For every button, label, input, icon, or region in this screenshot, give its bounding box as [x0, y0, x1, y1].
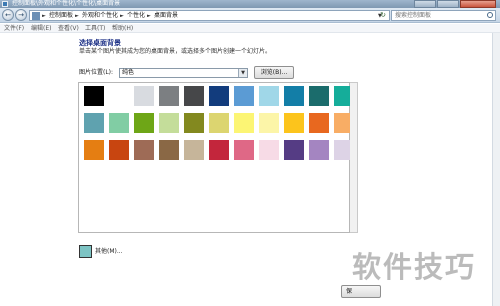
color-swatch[interactable] — [234, 86, 254, 106]
title-bar: 控制面板\外观和个性化\个性化\桌面背景 — [0, 0, 500, 8]
breadcrumb-desktop-background[interactable]: 桌面背景 — [154, 11, 178, 21]
color-swatch[interactable] — [209, 86, 229, 106]
color-swatch-grid — [78, 82, 354, 233]
color-swatch[interactable] — [84, 113, 104, 133]
forward-button[interactable]: → — [15, 9, 27, 21]
search-box[interactable] — [391, 10, 496, 21]
color-swatch[interactable] — [159, 86, 179, 106]
color-swatch[interactable] — [234, 113, 254, 133]
color-swatch[interactable] — [109, 86, 129, 106]
swatch-grid-scrollbar[interactable] — [350, 82, 358, 233]
color-swatch[interactable] — [184, 113, 204, 133]
picture-location-label: 图片位置(L): — [79, 69, 114, 76]
color-swatch[interactable] — [134, 86, 154, 106]
search-input[interactable] — [392, 11, 486, 20]
menu-bar: 文件(F) 编辑(E) 查看(V) 工具(T) 帮助(H) — [0, 24, 500, 33]
color-swatch[interactable] — [134, 140, 154, 160]
minimize-button[interactable] — [414, 0, 436, 8]
window-icon — [2, 1, 8, 7]
close-button[interactable] — [460, 0, 496, 8]
color-swatch[interactable] — [184, 140, 204, 160]
page-title: 选择桌面背景 — [79, 39, 121, 47]
address-box[interactable]: ► 控制面板 ► 外观和个性化 ► 个性化 ► 桌面背景 ▼ — [29, 10, 390, 21]
window-scrollbar[interactable] — [492, 33, 500, 306]
color-swatch[interactable] — [109, 140, 129, 160]
menu-help[interactable]: 帮助(H) — [112, 24, 133, 33]
breadcrumb-control-panel[interactable]: 控制面板 — [49, 11, 73, 21]
maximize-button[interactable] — [437, 0, 459, 8]
menu-file[interactable]: 文件(F) — [4, 24, 24, 33]
other-color-link[interactable]: 其他(M)... — [95, 247, 123, 256]
color-swatch[interactable] — [259, 140, 279, 160]
page-description: 单击某个图片使其成为您的桌面背景，或选择多个图片创建一个幻灯片。 — [79, 48, 272, 55]
color-swatch[interactable] — [259, 113, 279, 133]
color-swatch[interactable] — [184, 86, 204, 106]
color-swatch[interactable] — [234, 140, 254, 160]
color-swatch[interactable] — [259, 86, 279, 106]
breadcrumb-separator-icon: ► — [42, 13, 46, 19]
back-button[interactable]: ← — [2, 9, 14, 21]
color-swatch[interactable] — [109, 113, 129, 133]
color-swatch[interactable] — [284, 86, 304, 106]
watermark-text: 软件技巧 — [352, 250, 477, 284]
chevron-down-icon[interactable]: ▼ — [238, 69, 247, 77]
color-swatch[interactable] — [284, 113, 304, 133]
color-swatch[interactable] — [209, 113, 229, 133]
save-changes-button[interactable]: 保 — [341, 285, 381, 298]
breadcrumb-separator-icon: ► — [75, 13, 79, 19]
color-swatch[interactable] — [84, 86, 104, 106]
color-swatch[interactable] — [209, 140, 229, 160]
picture-location-value: 纯色 — [122, 69, 135, 76]
menu-view[interactable]: 查看(V) — [58, 24, 79, 33]
color-swatch[interactable] — [309, 113, 329, 133]
color-swatch[interactable] — [309, 140, 329, 160]
refresh-icon[interactable]: ↻ — [377, 10, 389, 21]
color-swatch[interactable] — [134, 113, 154, 133]
picture-location-select[interactable]: 纯色 ▼ — [119, 68, 248, 78]
browse-button[interactable]: 浏览(B)... — [254, 66, 294, 79]
window-title: 控制面板\外观和个性化\个性化\桌面背景 — [12, 0, 121, 7]
color-swatch[interactable] — [284, 140, 304, 160]
color-swatch[interactable] — [84, 140, 104, 160]
color-swatch[interactable] — [159, 140, 179, 160]
breadcrumb-separator-icon: ► — [120, 13, 124, 19]
search-icon[interactable] — [487, 12, 493, 18]
breadcrumb-separator-icon: ► — [147, 13, 151, 19]
menu-tools[interactable]: 工具(T) — [85, 24, 105, 33]
other-color-swatch[interactable] — [79, 245, 92, 258]
breadcrumb-personalization[interactable]: 个性化 — [127, 11, 145, 21]
control-panel-icon — [32, 12, 40, 20]
breadcrumb-appearance[interactable]: 外观和个性化 — [82, 11, 118, 21]
menu-edit[interactable]: 编辑(E) — [31, 24, 51, 33]
color-swatch[interactable] — [159, 113, 179, 133]
control-panel-window: 控制面板\外观和个性化\个性化\桌面背景 ← → ► 控制面板 ► 外观和个性化… — [0, 0, 500, 306]
color-swatch[interactable] — [309, 86, 329, 106]
address-bar: ← → ► 控制面板 ► 外观和个性化 ► 个性化 ► 桌面背景 ▼ ↻ — [0, 8, 500, 23]
